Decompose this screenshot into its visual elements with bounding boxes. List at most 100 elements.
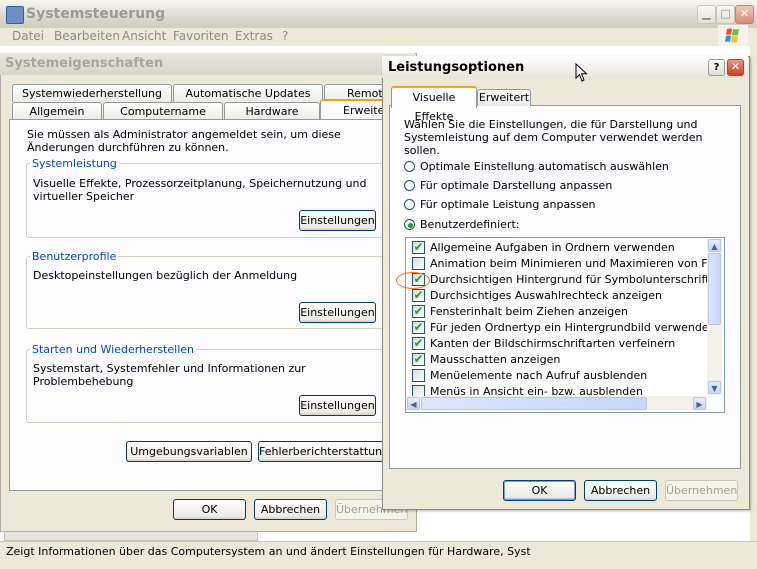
control-panel-hscroll-thumb[interactable] <box>4 531 258 541</box>
highlight-circle <box>396 272 430 289</box>
error-reporting-button[interactable]: Fehlerberichterstattung <box>258 441 389 462</box>
group-user-profiles-text: Desktopeinstellungen bezüglich der Anmel… <box>33 269 298 282</box>
tab-performance-advanced[interactable]: Erweitert <box>477 89 531 106</box>
control-panel-icon <box>6 6 24 24</box>
close-button[interactable]: ✕ <box>735 5 754 24</box>
tab-visual-effects[interactable]: Visuelle Effekte <box>391 86 477 123</box>
radio-label: Benutzerdefiniert: <box>420 218 520 231</box>
effect-label: Durchsichtigen Hintergrund für Symbolunt… <box>430 273 707 286</box>
scroll-down-button[interactable]: ▼ <box>708 381 721 394</box>
performance-ok-button[interactable]: OK <box>503 480 576 501</box>
maximize-button[interactable]: □ <box>716 5 735 24</box>
close-icon: ✕ <box>730 60 741 73</box>
system-properties-title: Systemeigenschaften <box>5 56 164 71</box>
group-startup-recovery-text: Systemstart, Systemfehler und Informatio… <box>33 362 306 388</box>
control-panel-scrollbar[interactable] <box>750 46 757 541</box>
system-properties-cancel-button[interactable]: Abbrechen <box>254 499 327 520</box>
tab-system-restore[interactable]: Systemwiederherstellung <box>12 84 172 102</box>
effect-checkbox[interactable]: ✔ <box>412 289 425 302</box>
radio-circle[interactable] <box>404 199 415 210</box>
startup-recovery-settings-button[interactable]: Einstellungen <box>299 395 376 416</box>
scroll-up-button[interactable]: ▲ <box>708 239 721 252</box>
performance-options-title: Leistungsoptionen <box>388 60 525 75</box>
chevron-up-icon: ▲ <box>711 242 718 251</box>
effect-checkbox[interactable]: ✔ <box>412 337 425 350</box>
effect-list-item[interactable]: ✔ Durchsichtigen Hintergrund für Symbolun… <box>409 272 707 288</box>
menu-favorites[interactable]: Favoriten <box>173 29 229 43</box>
effect-checkbox[interactable]: ✔ <box>412 353 425 366</box>
effect-label: Menüelemente nach Aufruf ausblenden <box>430 369 648 382</box>
scroll-left-button[interactable]: ◀ <box>407 397 420 410</box>
performance-apply-button[interactable]: Übernehmen <box>665 480 738 501</box>
close-icon: ✕ <box>739 7 750 20</box>
help-button[interactable]: ? <box>708 59 725 76</box>
effect-list-item[interactable]: ✔ Allgemeine Aufgaben in Ordnern verwende… <box>409 240 707 256</box>
windows-logo-icon <box>718 25 748 47</box>
menu-help[interactable]: ? <box>282 29 288 43</box>
help-icon: ? <box>713 62 720 73</box>
user-profiles-settings-button[interactable]: Einstellungen <box>299 302 376 323</box>
checkmark-icon: ✔ <box>413 320 424 334</box>
chevron-down-icon: ▼ <box>711 384 718 393</box>
tab-computer-name[interactable]: Computername <box>103 102 223 120</box>
checkmark-icon: ✔ <box>413 288 424 302</box>
checkmark-icon: ✔ <box>413 240 424 254</box>
tab-automatic-updates[interactable]: Automatische Updates <box>173 84 323 102</box>
checkmark-icon: ✔ <box>413 336 424 350</box>
performance-settings-button[interactable]: Einstellungen <box>299 210 376 231</box>
effect-list-item[interactable]: ✔ Fensterinhalt beim Ziehen anzeigen <box>409 304 707 320</box>
control-panel-title: Systemsteuerung <box>26 6 166 22</box>
effect-checkbox[interactable]: ✔ <box>412 305 425 318</box>
tab-general[interactable]: Allgemein <box>12 102 102 120</box>
minimize-icon: ▁ <box>702 7 711 20</box>
status-text: Zeigt Informationen über das Computersys… <box>6 545 531 558</box>
checkmark-icon: ✔ <box>413 304 424 318</box>
menu-tools[interactable]: Extras <box>235 29 273 43</box>
group-performance-title: Systemleistung <box>30 157 119 170</box>
effect-label: Durchsichtiges Auswahlrechteck anzeigen <box>430 289 662 302</box>
effect-label: Mausschatten anzeigen <box>430 353 561 366</box>
performance-options-close-button[interactable]: ✕ <box>727 59 744 76</box>
effect-label: Für jeden Ordnertyp ein Hintergrundbild … <box>430 321 707 334</box>
radio-label: Für optimale Darstellung anpassen <box>420 179 613 192</box>
radio-label: Optimale Einstellung automatisch auswähl… <box>420 160 669 173</box>
checkmark-icon: ✔ <box>413 352 424 366</box>
chevron-right-icon: ▶ <box>696 400 703 409</box>
horizontal-scroll-thumb[interactable] <box>421 397 647 410</box>
effect-checkbox[interactable] <box>412 257 425 270</box>
effect-checkbox[interactable]: ✔ <box>412 241 425 254</box>
scroll-right-button[interactable]: ▶ <box>693 397 706 410</box>
tab-hardware[interactable]: Hardware <box>224 102 320 120</box>
radio-circle[interactable] <box>404 180 415 191</box>
effect-checkbox[interactable] <box>412 369 425 382</box>
group-performance-text: Visuelle Effekte, Prozessorzeitplanung, … <box>33 177 367 203</box>
system-properties-ok-button[interactable]: OK <box>173 499 246 520</box>
effect-list-item[interactable]: Animation beim Minimieren und Maximieren… <box>409 256 707 272</box>
menu-view[interactable]: Ansicht <box>122 29 166 43</box>
mouse-pointer-icon <box>575 63 588 82</box>
group-user-profiles-title: Benutzerprofile <box>30 250 119 263</box>
menu-file[interactable]: Datei <box>12 29 44 43</box>
effect-list-item[interactable]: Menüelemente nach Aufruf ausblenden <box>409 368 707 384</box>
radio-circle[interactable] <box>404 161 415 172</box>
effect-label: Kanten der Bildschirmschriftarten verfei… <box>430 337 676 350</box>
vertical-scroll-thumb[interactable] <box>708 253 721 325</box>
effect-list-item[interactable]: ✔ Für jeden Ordnertyp ein Hintergrundbild… <box>409 320 707 336</box>
effect-list-item[interactable]: ✔ Mausschatten anzeigen <box>409 352 707 368</box>
effect-label: Allgemeine Aufgaben in Ordnern verwenden <box>430 241 675 254</box>
chevron-left-icon: ◀ <box>410 400 417 409</box>
maximize-icon: □ <box>720 7 731 20</box>
radio-circle[interactable] <box>404 219 415 230</box>
admin-note: Sie müssen als Administrator angemeldet … <box>27 128 341 154</box>
effect-label: Animation beim Minimieren und Maximieren… <box>430 257 707 270</box>
environment-variables-button[interactable]: Umgebungsvariablen <box>126 441 252 462</box>
minimize-button[interactable]: ▁ <box>697 5 716 24</box>
effect-label: Fensterinhalt beim Ziehen anzeigen <box>430 305 629 318</box>
performance-cancel-button[interactable]: Abbrechen <box>584 480 657 501</box>
effect-list-item[interactable]: ✔ Durchsichtiges Auswahlrechteck anzeigen <box>409 288 707 304</box>
radio-selected-dot <box>408 223 413 228</box>
menu-edit[interactable]: Bearbeiten <box>54 29 120 43</box>
group-startup-recovery-title: Starten und Wiederherstellen <box>30 343 196 356</box>
effect-checkbox[interactable]: ✔ <box>412 321 425 334</box>
effect-list-item[interactable]: ✔ Kanten der Bildschirmschriftarten verfe… <box>409 336 707 352</box>
